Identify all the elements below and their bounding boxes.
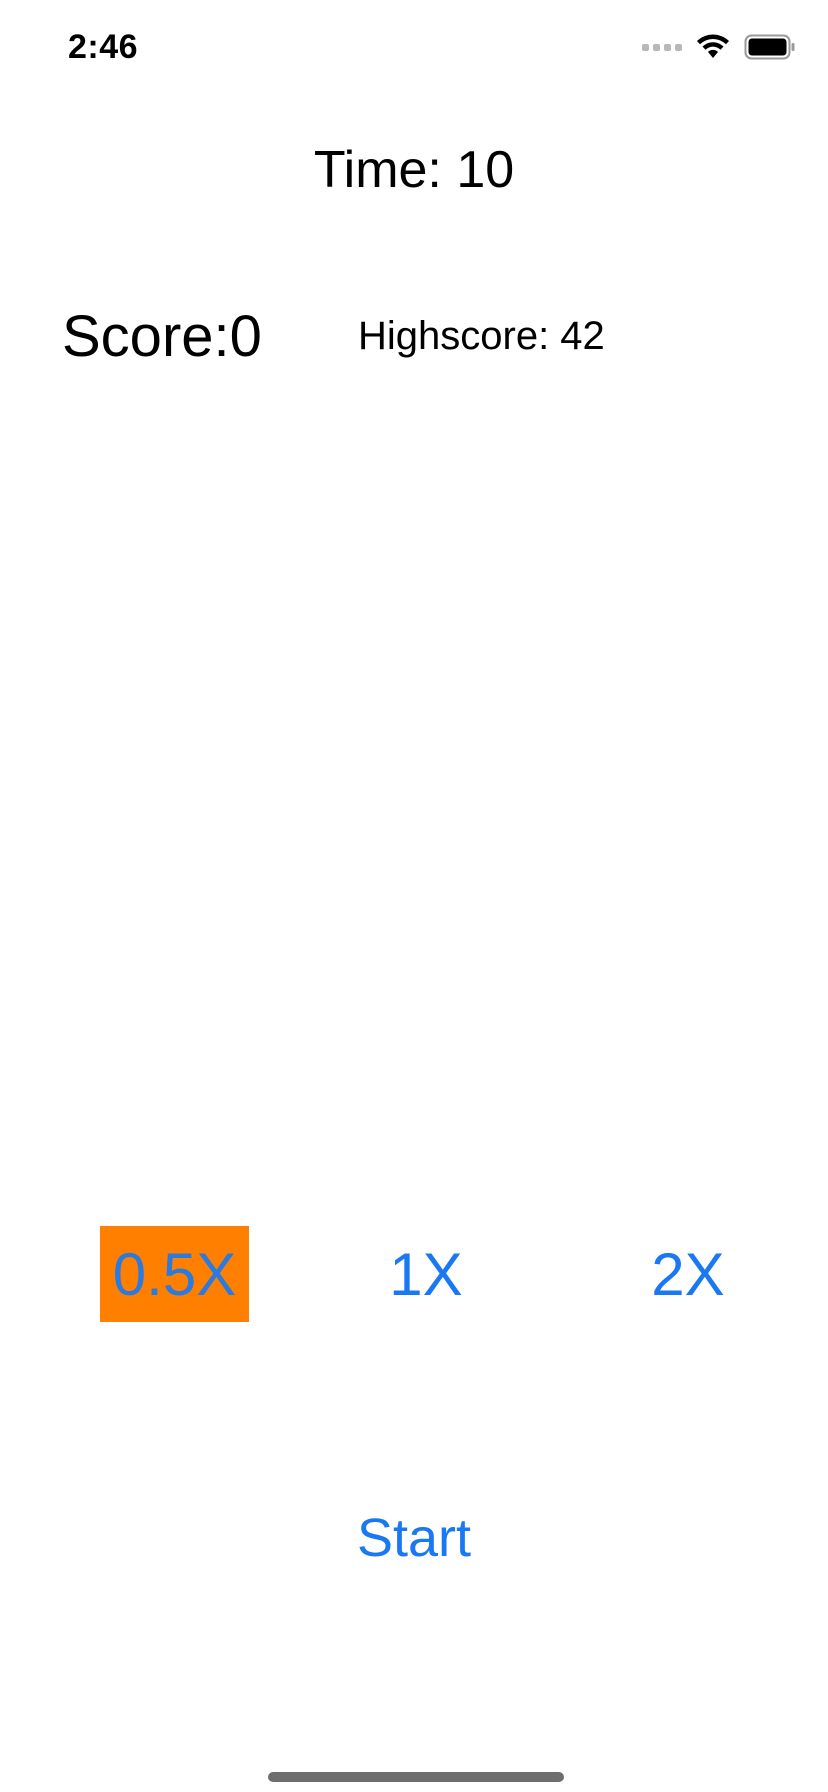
start-button[interactable]: Start (314, 1500, 514, 1576)
speed-0.5x-button[interactable]: 0.5X (100, 1226, 249, 1322)
home-indicator[interactable] (268, 1772, 564, 1782)
time-label: Time: 10 (313, 141, 515, 199)
speed-1x-button[interactable]: 1X (364, 1226, 488, 1322)
speed-2x-button[interactable]: 2X (626, 1226, 750, 1322)
status-time: 2:46 (68, 28, 139, 66)
signal-icon (642, 43, 682, 51)
battery-icon (744, 34, 795, 60)
score-label: Score:0 (62, 304, 262, 369)
status-bar: 2:46 (0, 0, 828, 100)
wifi-icon (697, 34, 729, 58)
status-icons (642, 34, 796, 60)
highscore-label: Highscore: 42 (358, 314, 605, 358)
